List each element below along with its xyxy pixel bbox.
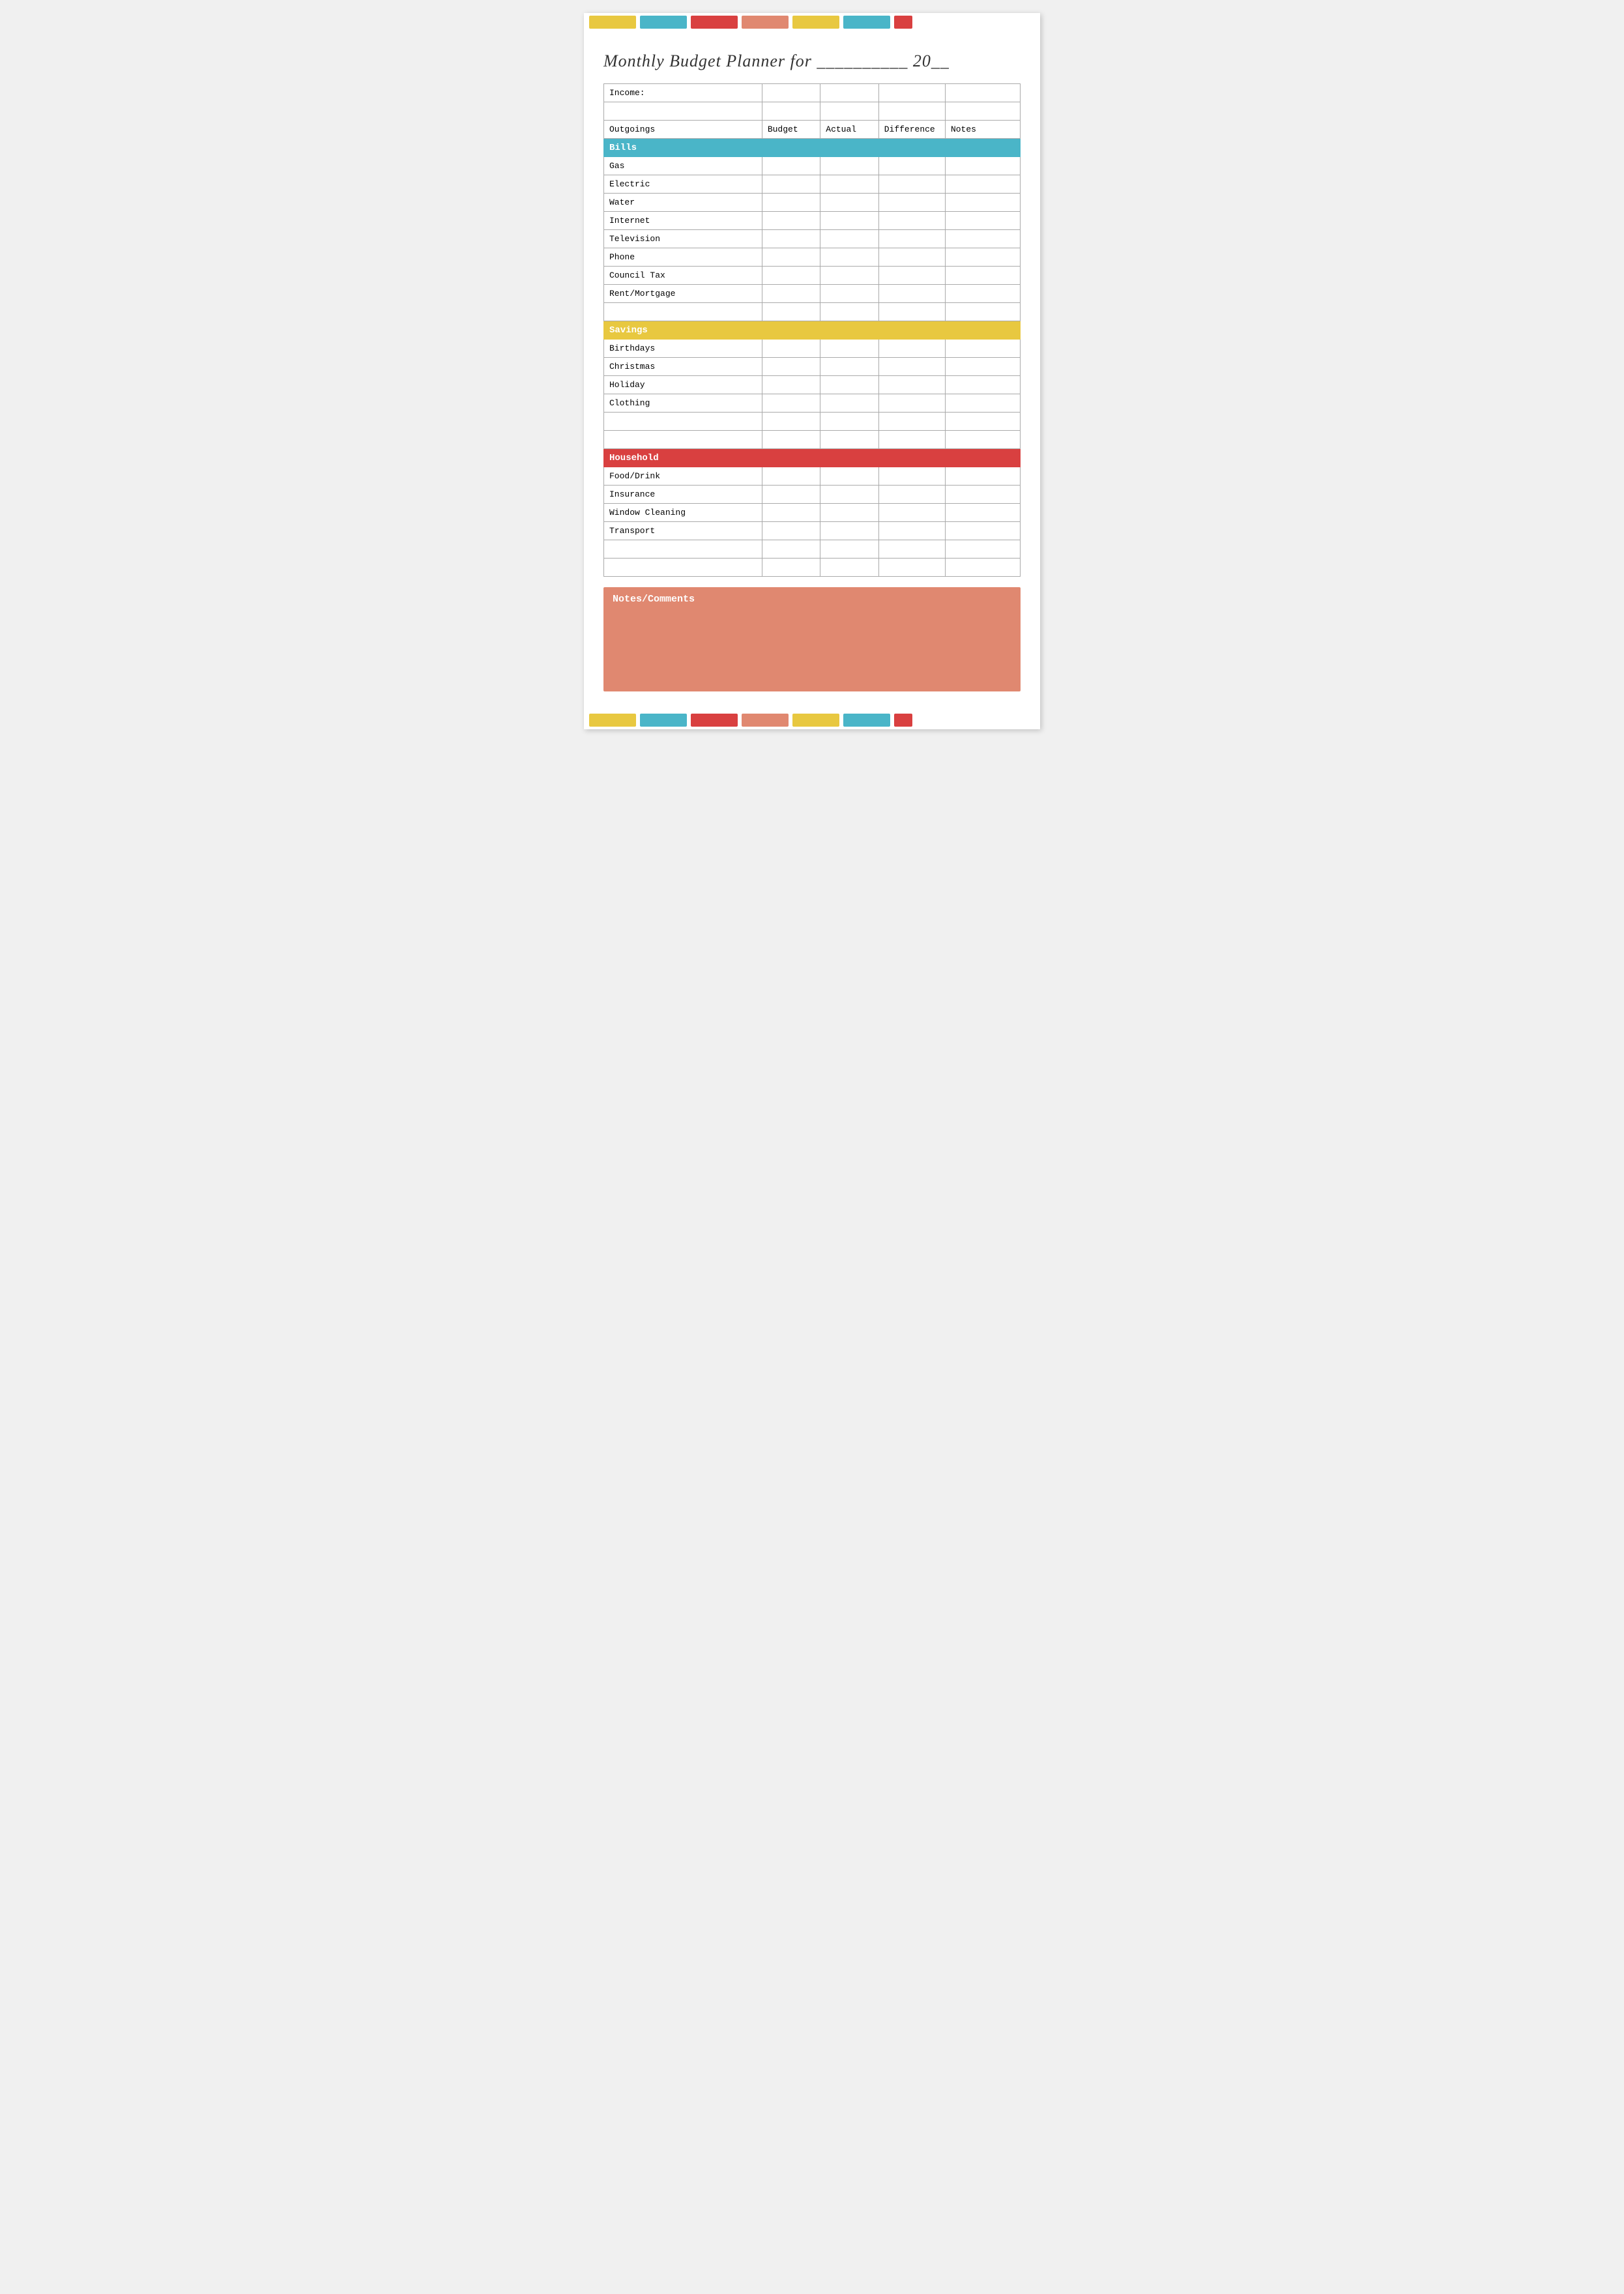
income-notes <box>945 84 1020 102</box>
section-household-header: Household <box>604 449 1021 467</box>
table-row: Transport <box>604 522 1021 540</box>
table-row: Gas <box>604 157 1021 175</box>
section-bills-header: Bills <box>604 139 1021 157</box>
top-color-bar <box>584 13 1040 31</box>
bottom-color-bar <box>584 711 1040 729</box>
page: Monthly Budget Planner for __________ 20… <box>584 13 1040 729</box>
outgoings-budget-header: Budget <box>762 121 820 139</box>
table-row: Birthdays <box>604 340 1021 358</box>
table-row: Phone <box>604 248 1021 267</box>
empty-row-1 <box>604 102 1021 121</box>
table-row: Electric <box>604 175 1021 194</box>
savings-label: Savings <box>604 321 1021 340</box>
swatch-teal-bottom-2 <box>843 714 890 727</box>
empty-row-5 <box>604 540 1021 559</box>
bills-label: Bills <box>604 139 1021 157</box>
household-label: Household <box>604 449 1021 467</box>
table-row: Television <box>604 230 1021 248</box>
empty-row-3 <box>604 413 1021 431</box>
swatch-yellow-bottom-2 <box>792 714 839 727</box>
swatch-red-bottom-2 <box>894 714 912 727</box>
outgoings-actual-header: Actual <box>820 121 878 139</box>
table-row: Food/Drink <box>604 467 1021 486</box>
swatch-salmon-1 <box>742 16 789 29</box>
table-row: Clothing <box>604 394 1021 413</box>
table-row: Christmas <box>604 358 1021 376</box>
income-budget <box>762 84 820 102</box>
page-title: Monthly Budget Planner for __________ 20… <box>603 50 1021 72</box>
section-savings-header: Savings <box>604 321 1021 340</box>
table-row: Rent/Mortgage <box>604 285 1021 303</box>
income-row: Income: <box>604 84 1021 102</box>
table-row: Water <box>604 194 1021 212</box>
empty-row-2 <box>604 303 1021 321</box>
table-row: Insurance <box>604 486 1021 504</box>
outgoings-label: Outgoings <box>604 121 762 139</box>
swatch-red-1 <box>691 16 738 29</box>
swatch-teal-bottom-1 <box>640 714 687 727</box>
title-text: Monthly Budget Planner for __________ 20… <box>603 51 950 70</box>
notes-title: Notes/Comments <box>613 594 1011 605</box>
page-content: Monthly Budget Planner for __________ 20… <box>584 31 1040 711</box>
swatch-red-bottom-1 <box>691 714 738 727</box>
budget-table: Income: Outgoings Budget Actual Differen… <box>603 83 1021 577</box>
swatch-teal-2 <box>843 16 890 29</box>
swatch-yellow-bottom-1 <box>589 714 636 727</box>
swatch-red-2 <box>894 16 912 29</box>
swatch-yellow-2 <box>792 16 839 29</box>
empty-row-4 <box>604 431 1021 449</box>
outgoings-notes-header: Notes <box>945 121 1020 139</box>
outgoings-diff-header: Difference <box>878 121 945 139</box>
income-diff <box>878 84 945 102</box>
table-row: Holiday <box>604 376 1021 394</box>
swatch-teal-1 <box>640 16 687 29</box>
swatch-yellow-1 <box>589 16 636 29</box>
table-row: Council Tax <box>604 267 1021 285</box>
table-row: Window Cleaning <box>604 504 1021 522</box>
income-label: Income: <box>604 84 762 102</box>
empty-row-6 <box>604 559 1021 577</box>
outgoings-header-row: Outgoings Budget Actual Difference Notes <box>604 121 1021 139</box>
income-actual <box>820 84 878 102</box>
swatch-salmon-bottom-1 <box>742 714 789 727</box>
notes-comments-box: Notes/Comments <box>603 587 1021 691</box>
table-row: Internet <box>604 212 1021 230</box>
